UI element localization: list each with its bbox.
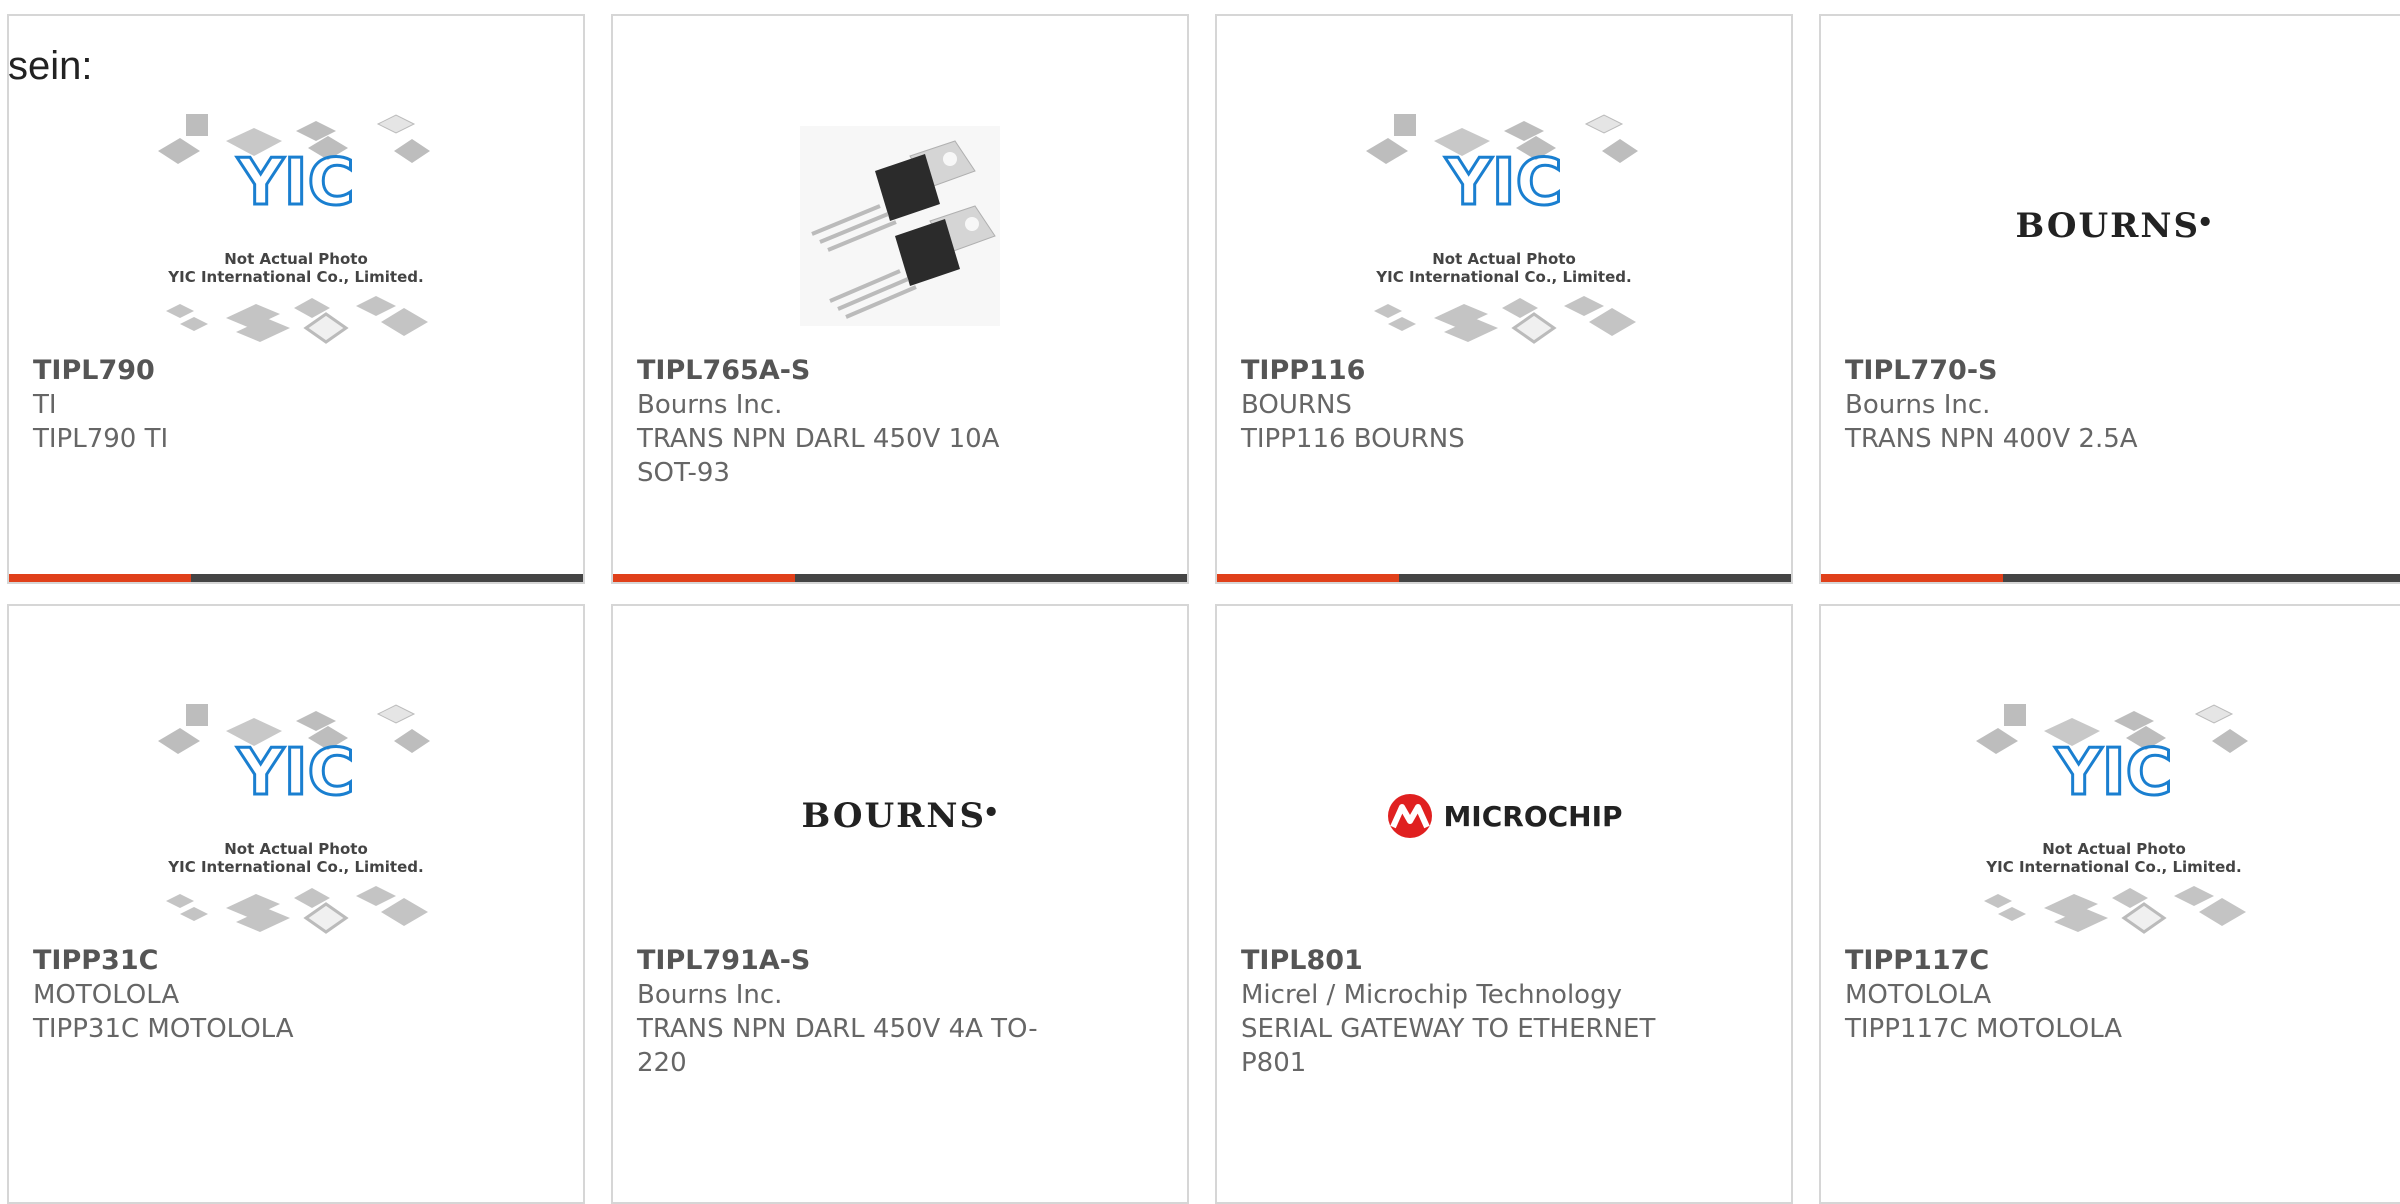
svg-text:YIC: YIC [1444, 146, 1562, 220]
part-number-link[interactable]: TIPL791A-S [637, 944, 1163, 978]
product-card[interactable]: BOURNS● TIPL791A-S Bourns Inc. TRANS NPN… [611, 604, 1189, 1204]
image-caption-line1: Not Actual Photo [224, 840, 368, 858]
description: TRANS NPN DARL 450V 4A TO-220 [637, 1014, 1038, 1078]
logo-text: BOURNS [2015, 206, 2201, 246]
description: SERIAL GATEWAY TO ETHERNET P801 [1241, 1014, 1656, 1078]
part-number-link[interactable]: TIPP116 [1241, 354, 1767, 388]
product-card[interactable]: YIC Not Actual Photo YIC International C… [7, 14, 585, 584]
part-number-link[interactable]: TIPP31C [33, 944, 559, 978]
description: TRANS NPN DARL 450V 10A SOT-93 [637, 424, 1000, 488]
card-accent-bar [1217, 574, 1791, 582]
part-number-link[interactable]: TIPL790 [33, 354, 559, 388]
product-card[interactable]: YIC Not Actual Photo YIC International C… [1819, 604, 2400, 1204]
product-card[interactable]: TIPL765A-S Bourns Inc. TRANS NPN DARL 45… [611, 14, 1189, 584]
svg-text:YIC: YIC [236, 736, 354, 810]
image-caption-line2: YIC International Co., Limited. [167, 268, 423, 286]
card-accent-bar [613, 574, 1187, 582]
manufacturer: MOTOLOLA [33, 980, 180, 1010]
image-caption-line2: YIC International Co., Limited. [1375, 268, 1631, 286]
card-accent-bar [1821, 574, 2400, 582]
page-prefix-text: sein: [8, 44, 93, 88]
yic-placeholder-image: YIC Not Actual Photo YIC International C… [1821, 686, 2400, 946]
bourns-logo: BOURNS● [2015, 206, 2213, 246]
microchip-logo: MICROCHIP [1217, 686, 1791, 946]
part-number-link[interactable]: TIPL801 [1241, 944, 1767, 978]
microchip-logo-icon [1388, 794, 1433, 838]
image-caption-line2: YIC International Co., Limited. [1985, 858, 2241, 876]
description: TIPP116 BOURNS [1241, 424, 1465, 454]
manufacturer: Micrel / Microchip Technology [1241, 980, 1622, 1010]
image-caption-line1: Not Actual Photo [2042, 840, 2186, 858]
logo-text: BOURNS [801, 796, 987, 836]
manufacturer: Bourns Inc. [1845, 390, 1991, 420]
part-number-link[interactable]: TIPL765A-S [637, 354, 1163, 388]
part-number-link[interactable]: TIPP117C [1845, 944, 2383, 978]
manufacturer: Bourns Inc. [637, 980, 783, 1010]
image-caption-line1: Not Actual Photo [224, 250, 368, 268]
part-number-link[interactable]: TIPL770-S [1845, 354, 2383, 388]
product-card[interactable]: YIC Not Actual Photo YIC International C… [7, 604, 585, 1204]
product-card[interactable]: MICROCHIP TIPL801 Micrel / Microchip Tec… [1215, 604, 1793, 1204]
manufacturer: TI [33, 390, 57, 420]
manufacturer: BOURNS [1241, 390, 1352, 420]
description: TIPL790 TI [33, 424, 169, 454]
manufacturer: MOTOLOLA [1845, 980, 1992, 1010]
product-card[interactable]: YIC Not Actual Photo YIC International C… [1215, 14, 1793, 584]
yic-placeholder-image: YIC Not Actual Photo YIC International C… [9, 686, 583, 946]
svg-text:YIC: YIC [236, 146, 354, 220]
product-card[interactable]: BOURNS● TIPL770-S Bourns Inc. TRANS NPN … [1819, 14, 2400, 584]
description: TRANS NPN 400V 2.5A [1845, 424, 2138, 454]
image-caption-line2: YIC International Co., Limited. [167, 858, 423, 876]
svg-text:YIC: YIC [2054, 736, 2172, 810]
bourns-logo: BOURNS● [801, 796, 999, 836]
description: TIPP117C MOTOLOLA [1845, 1014, 2123, 1044]
yic-placeholder-image: YIC Not Actual Photo YIC International C… [1217, 96, 1791, 356]
card-accent-bar [9, 574, 583, 582]
manufacturer: Bourns Inc. [637, 390, 783, 420]
transistor-photo [613, 96, 1187, 356]
description: TIPP31C MOTOLOLA [33, 1014, 294, 1044]
yic-placeholder-image: YIC Not Actual Photo YIC International C… [9, 96, 583, 356]
logo-text: MICROCHIP [1443, 799, 1623, 833]
image-caption-line1: Not Actual Photo [1432, 250, 1576, 268]
